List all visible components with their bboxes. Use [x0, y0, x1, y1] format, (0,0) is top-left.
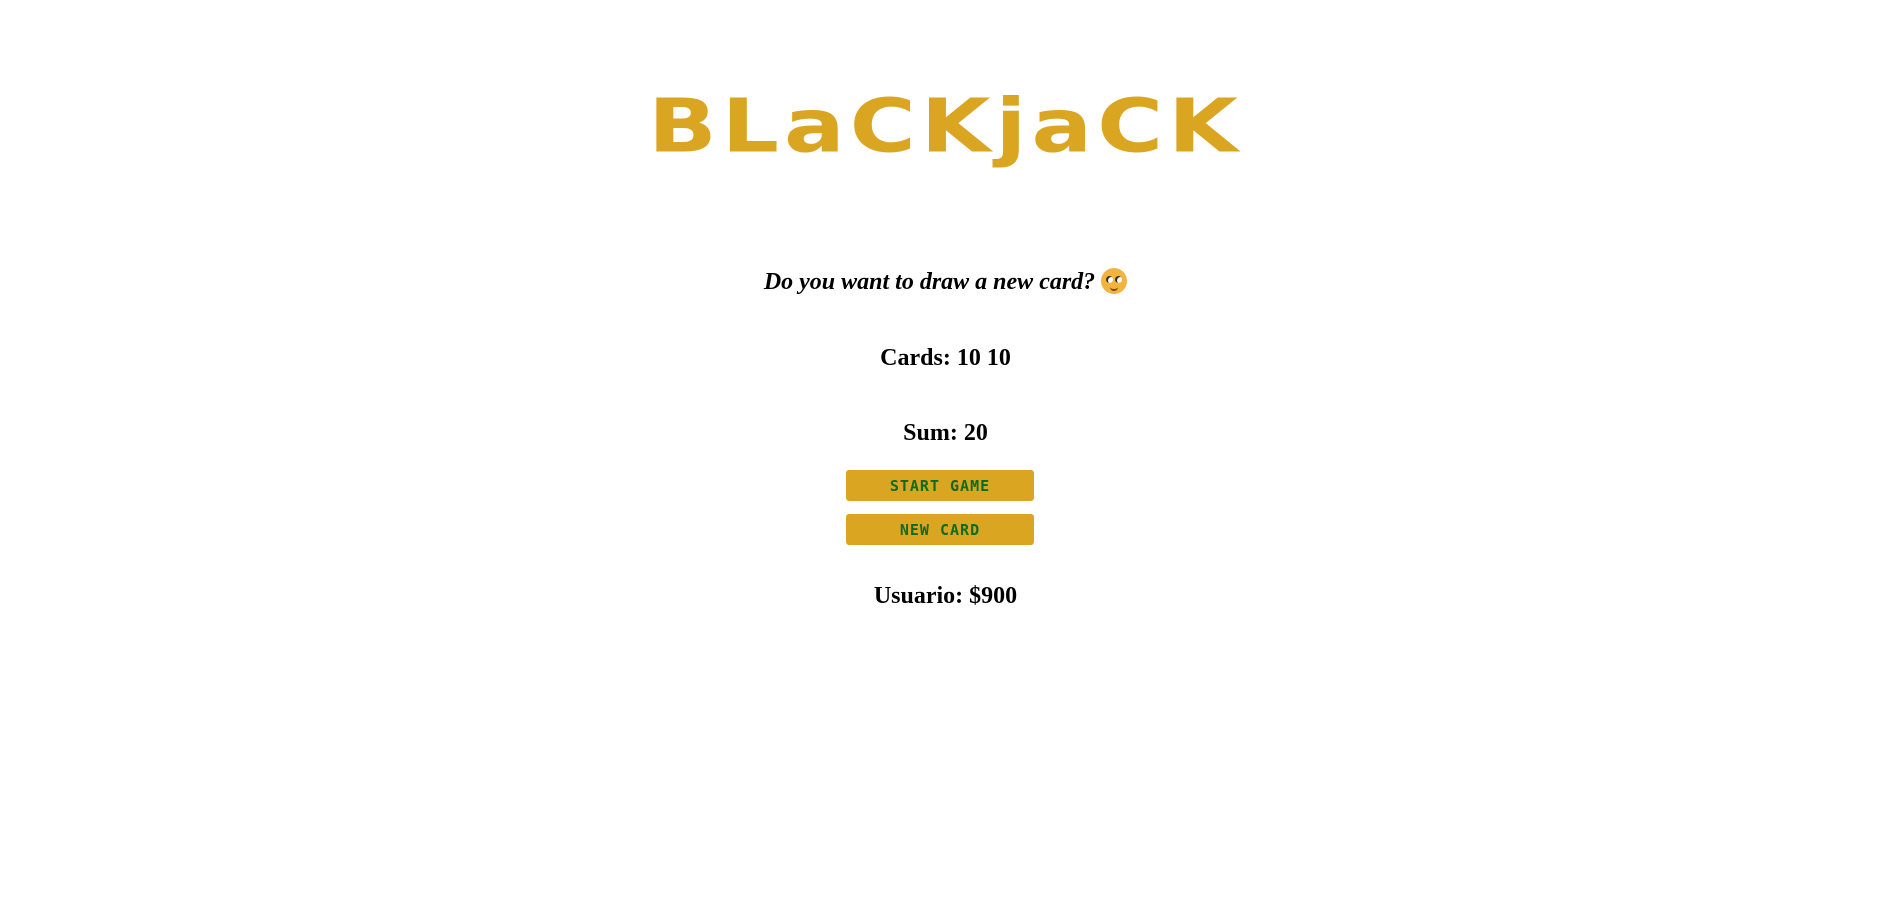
- cards-display: Cards: 10 10: [880, 345, 1011, 371]
- message-text: Do you want to draw a new card?: [763, 269, 1096, 295]
- smiling-face-icon: [1101, 268, 1128, 294]
- player-balance: Usuario: $900: [873, 583, 1018, 609]
- title-container: BLaCKjaCK: [0, 82, 1891, 172]
- blackjack-page: BLaCKjaCK Do you want to draw a new card…: [0, 0, 1891, 912]
- game-message: Do you want to draw a new card?: [0, 264, 1891, 300]
- start-game-button[interactable]: START GAME: [846, 470, 1034, 501]
- game-title: BLaCKjaCK: [648, 83, 1243, 170]
- sum-display: Sum: 20: [903, 420, 988, 446]
- new-card-button[interactable]: NEW CARD: [846, 514, 1034, 545]
